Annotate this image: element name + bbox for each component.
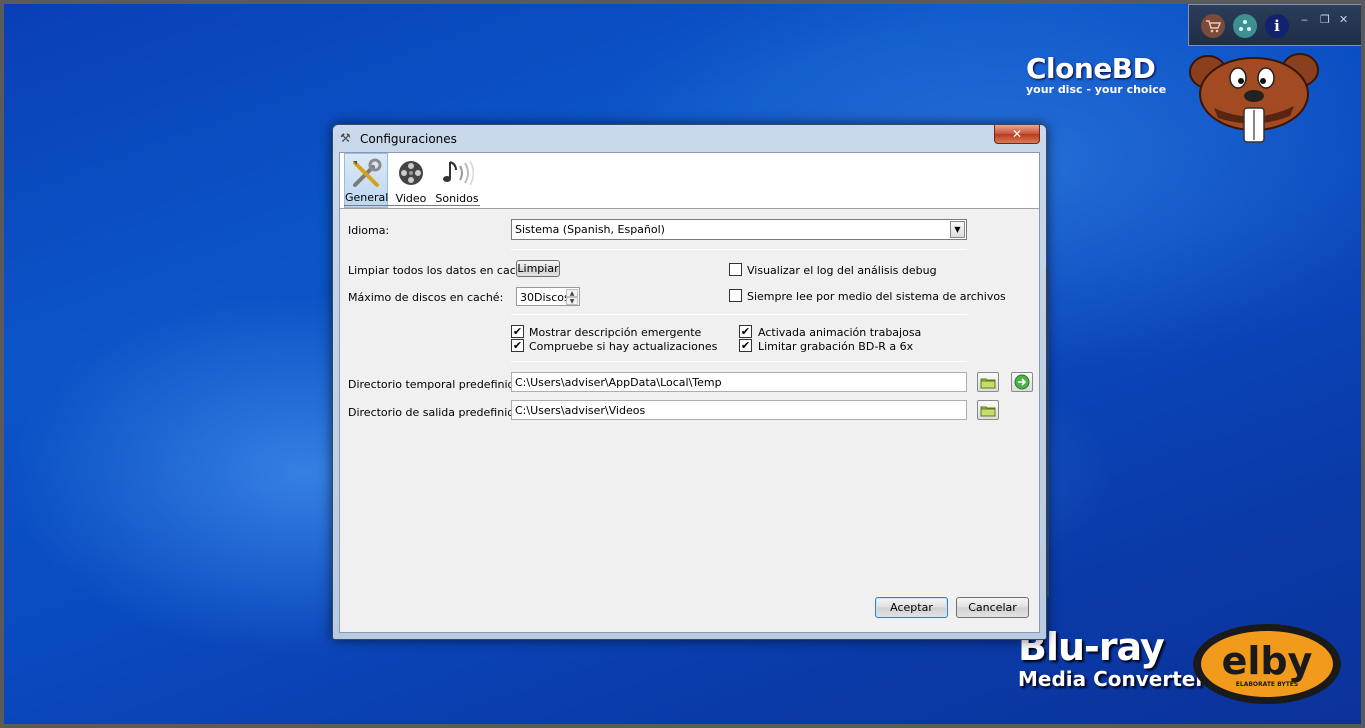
dialog-title: Configuraciones bbox=[360, 132, 457, 146]
tooltips-label: Mostrar descripción emergente bbox=[529, 326, 702, 339]
spin-up-icon[interactable]: ▲ bbox=[566, 289, 578, 297]
output-dir-label: Directorio de salida predefinido: bbox=[348, 406, 525, 419]
updates-label: Compruebe si hay actualizaciones bbox=[529, 340, 718, 353]
output-dir-value: C:\Users\adviser\Videos bbox=[515, 404, 646, 417]
separator bbox=[511, 314, 967, 315]
dialog-titlebar[interactable]: ⚒ Configuraciones ✕ bbox=[333, 125, 1046, 151]
settings-dialog: ⚒ Configuraciones ✕ General Video Sonido… bbox=[332, 124, 1049, 640]
language-value: Sistema (Spanish, Español) bbox=[515, 223, 665, 236]
output-dir-browse-button[interactable] bbox=[977, 400, 999, 420]
brand-name: CloneBD bbox=[1026, 52, 1156, 85]
tooltips-checkbox[interactable]: ✔ bbox=[511, 325, 524, 338]
language-label: Idioma: bbox=[348, 224, 390, 237]
folder-icon bbox=[980, 378, 996, 388]
language-select[interactable]: Sistema (Spanish, Español) ▼ bbox=[511, 219, 967, 240]
max-cache-value: 30Discos bbox=[520, 291, 570, 304]
separator bbox=[511, 249, 967, 250]
temp-dir-browse-button[interactable] bbox=[977, 372, 999, 392]
tab-general[interactable]: General bbox=[344, 153, 388, 208]
output-dir-input[interactable]: C:\Users\adviser\Videos bbox=[511, 400, 967, 420]
svg-text:ELABORATE BYTES: ELABORATE BYTES bbox=[1236, 681, 1298, 688]
folder-icon bbox=[980, 406, 996, 416]
wrench-screwdriver-icon bbox=[345, 157, 387, 191]
busy-animation-checkbox[interactable]: ✔ bbox=[739, 325, 752, 338]
tab-video-label: Video bbox=[395, 192, 427, 205]
busy-animation-label: Activada animación trabajosa bbox=[758, 326, 922, 339]
tools-icon: ⚒ bbox=[340, 131, 351, 145]
elby-logo: elby ELABORATE BYTES bbox=[1193, 624, 1341, 704]
temp-dir-input[interactable]: C:\Users\adviser\AppData\Local\Temp bbox=[511, 372, 967, 392]
brand-block: CloneBD your disc - your choice bbox=[1026, 52, 1176, 96]
beaver-mascot-icon bbox=[1189, 53, 1319, 143]
bdr-limit-checkbox[interactable]: ✔ bbox=[739, 339, 752, 352]
music-note-icon bbox=[434, 156, 480, 190]
spin-down-icon[interactable]: ▼ bbox=[566, 297, 578, 305]
restore-button[interactable]: ❐ bbox=[1320, 13, 1330, 26]
app-toolbar: i ‒ ❐ ✕ bbox=[1188, 4, 1361, 46]
settings-tabs: General Video Sonidos bbox=[340, 153, 1039, 209]
debug-log-checkbox[interactable] bbox=[729, 263, 742, 276]
clear-cache-button[interactable]: Limpiar bbox=[516, 260, 560, 277]
minimize-button[interactable]: ‒ bbox=[1301, 13, 1308, 26]
separator bbox=[511, 361, 967, 362]
temp-dir-reset-button[interactable] bbox=[1011, 372, 1033, 392]
debug-log-label: Visualizar el log del análisis debug bbox=[747, 264, 937, 277]
chevron-down-icon[interactable]: ▼ bbox=[950, 221, 965, 238]
accept-button[interactable]: Aceptar bbox=[875, 597, 948, 618]
tab-sounds[interactable]: Sonidos bbox=[434, 153, 480, 208]
max-cache-label: Máximo de discos en caché: bbox=[348, 291, 504, 304]
bdr-limit-label: Limitar grabación BD-R a 6x bbox=[758, 340, 914, 353]
brand-tagline: your disc - your choice bbox=[1026, 83, 1167, 96]
svg-text:elby: elby bbox=[1222, 639, 1313, 683]
info-glyph: i bbox=[1274, 17, 1280, 35]
refresh-icon bbox=[1014, 374, 1030, 390]
film-reel-icon bbox=[392, 156, 430, 190]
close-app-button[interactable]: ✕ bbox=[1339, 13, 1348, 26]
dialog-content: General Video Sonidos Idioma: Sistema (S… bbox=[339, 152, 1040, 633]
window-edge-scrollbar bbox=[1046, 267, 1049, 597]
clear-cache-label: Limpiar todos los datos en caché: bbox=[348, 264, 534, 277]
max-cache-stepper[interactable]: 30Discos ▲ ▼ bbox=[516, 287, 580, 306]
dialog-close-button[interactable]: ✕ bbox=[994, 125, 1040, 144]
tab-underline bbox=[344, 205, 480, 206]
tab-video[interactable]: Video bbox=[392, 153, 430, 208]
tab-general-label: General bbox=[345, 191, 389, 204]
filesystem-checkbox[interactable] bbox=[729, 289, 742, 302]
filesystem-label: Siempre lee por medio del sistema de arc… bbox=[747, 290, 1006, 303]
shopping-cart-icon[interactable] bbox=[1201, 14, 1225, 38]
info-icon[interactable]: i bbox=[1265, 14, 1289, 38]
network-icon[interactable] bbox=[1233, 14, 1257, 38]
cancel-button[interactable]: Cancelar bbox=[956, 597, 1029, 618]
temp-dir-label: Directorio temporal predefinido: bbox=[348, 378, 525, 391]
temp-dir-value: C:\Users\adviser\AppData\Local\Temp bbox=[515, 376, 722, 389]
updates-checkbox[interactable]: ✔ bbox=[511, 339, 524, 352]
tab-sounds-label: Sonidos bbox=[435, 192, 479, 205]
product-subtitle: Media Converter bbox=[1018, 667, 1206, 691]
